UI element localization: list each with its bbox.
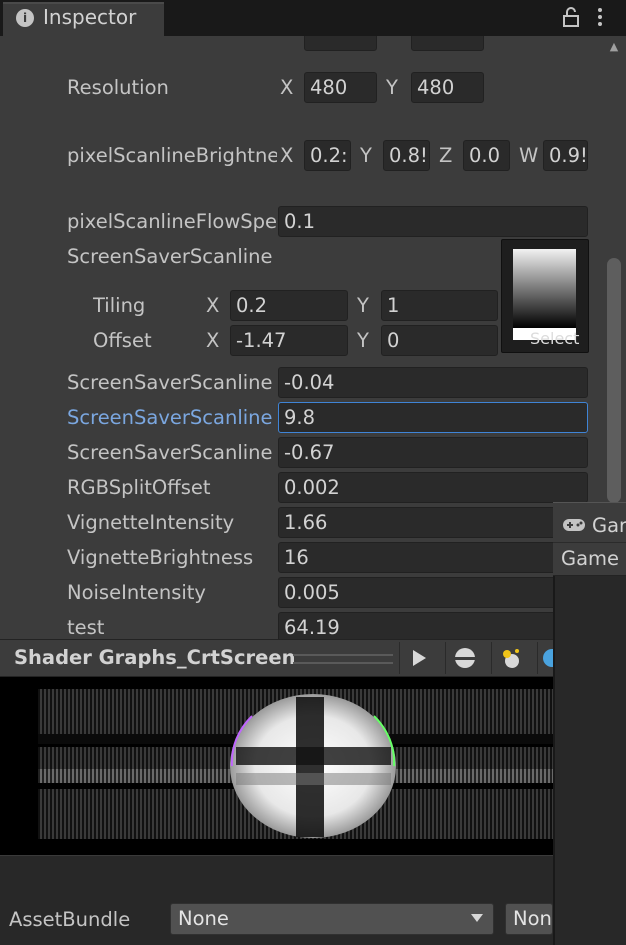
flow-speed-field[interactable]: 0.1 bbox=[278, 206, 588, 237]
axis-w-label: W bbox=[519, 144, 539, 167]
resolution-y-field[interactable]: 480 bbox=[411, 72, 484, 103]
game-view-dropdown[interactable]: Game bbox=[561, 547, 619, 570]
test-field[interactable]: 64.19 bbox=[278, 612, 588, 639]
lock-icon[interactable] bbox=[563, 7, 579, 27]
texture-thumbnail bbox=[513, 249, 576, 328]
asset-bundle-dropdown[interactable]: None bbox=[170, 903, 494, 935]
screensaver-scanline-field[interactable]: -0.04 bbox=[278, 367, 588, 398]
brightness-y-field[interactable]: 0.8! bbox=[383, 140, 430, 171]
resolution-x-field[interactable]: 480 bbox=[304, 72, 377, 103]
axis-x-label: X bbox=[206, 294, 220, 317]
preview-material-button[interactable] bbox=[537, 642, 553, 674]
cutoff-field[interactable] bbox=[411, 36, 484, 51]
brightness-x-field[interactable]: 0.2: bbox=[304, 140, 351, 171]
screensaver-scanline-label-selected: ScreenSaverScanline bbox=[67, 406, 273, 429]
play-icon bbox=[413, 650, 426, 666]
screensaver-scanline-field[interactable]: -0.67 bbox=[278, 437, 588, 468]
rgb-split-offset-label: RGBSplitOffset bbox=[67, 476, 211, 499]
brightness-w-field[interactable]: 0.9! bbox=[543, 140, 588, 171]
asset-bundle-value: None bbox=[178, 907, 229, 930]
scroll-up-arrow-icon[interactable]: ▲ bbox=[607, 40, 621, 54]
game-tab-label[interactable]: Gar bbox=[592, 514, 626, 537]
material-sphere-icon bbox=[543, 649, 553, 667]
asset-variant-dropdown[interactable]: Non bbox=[505, 903, 553, 935]
resolution-label: Resolution bbox=[67, 76, 169, 99]
noise-intensity-field[interactable]: 0.005 bbox=[278, 577, 588, 608]
asset-bundle-label: AssetBundle bbox=[9, 908, 131, 931]
offset-y-field[interactable]: 0 bbox=[381, 325, 498, 356]
axis-y-label: Y bbox=[386, 76, 398, 99]
axis-x-label: X bbox=[280, 76, 294, 99]
tiling-x-field[interactable]: 0.2 bbox=[230, 290, 348, 321]
info-icon: i bbox=[16, 9, 34, 27]
brightness-label: pixelScanlineBrightne bbox=[67, 144, 277, 167]
screensaver-scanline-field-focused[interactable]: 9.8 bbox=[278, 402, 588, 433]
axis-y-label: Y bbox=[357, 329, 369, 352]
preview-title: Shader Graphs_CrtScreen bbox=[14, 646, 296, 669]
sphere-icon bbox=[455, 648, 475, 668]
vignette-intensity-field[interactable]: 1.66 bbox=[278, 507, 588, 538]
screensaver-scanline-label: ScreenSaverScanline bbox=[67, 441, 273, 464]
offset-label: Offset bbox=[93, 329, 152, 352]
asset-variant-value: Non bbox=[513, 907, 552, 930]
offset-x-field[interactable]: -1.47 bbox=[230, 325, 348, 356]
lighting-icon bbox=[503, 649, 519, 668]
scrollbar-thumb[interactable] bbox=[607, 258, 621, 503]
test-label: test bbox=[67, 616, 105, 639]
vignette-brightness-field[interactable]: 16 bbox=[278, 542, 588, 573]
brightness-z-field[interactable]: 0.0 bbox=[463, 140, 510, 171]
axis-x-label: X bbox=[280, 144, 294, 167]
preview-mesh-button[interactable] bbox=[445, 642, 483, 674]
tiling-y-field[interactable]: 1 bbox=[381, 290, 498, 321]
crt-preview-image bbox=[38, 689, 553, 839]
noise-intensity-label: NoiseIntensity bbox=[67, 581, 206, 604]
chevron-down-icon bbox=[471, 914, 483, 922]
more-options-icon[interactable] bbox=[595, 7, 605, 27]
texture-select-button[interactable]: Select bbox=[530, 329, 579, 348]
tab-label: Inspector bbox=[43, 5, 137, 29]
flow-speed-label: pixelScanlineFlowSpe bbox=[67, 210, 277, 233]
axis-y-label: Y bbox=[360, 144, 372, 167]
axis-x-label: X bbox=[206, 329, 220, 352]
rgb-split-offset-field[interactable]: 0.002 bbox=[278, 472, 588, 503]
screensaver-texture-label: ScreenSaverScanline bbox=[67, 245, 273, 268]
screensaver-scanline-label: ScreenSaverScanline bbox=[67, 371, 273, 394]
vignette-brightness-label: VignetteBrightness bbox=[67, 546, 254, 569]
preview-footer bbox=[0, 855, 553, 905]
axis-y-label: Y bbox=[357, 294, 369, 317]
cutoff-field[interactable] bbox=[304, 36, 377, 51]
gamepad-icon bbox=[563, 519, 585, 531]
tiling-label: Tiling bbox=[93, 294, 146, 317]
preview-drag-handle[interactable] bbox=[293, 654, 393, 664]
preview-lighting-button[interactable] bbox=[491, 642, 529, 674]
preview-render-area[interactable] bbox=[0, 677, 553, 855]
axis-z-label: Z bbox=[439, 144, 453, 167]
vignette-intensity-label: VignetteIntensity bbox=[67, 511, 235, 534]
play-button[interactable] bbox=[399, 642, 437, 674]
